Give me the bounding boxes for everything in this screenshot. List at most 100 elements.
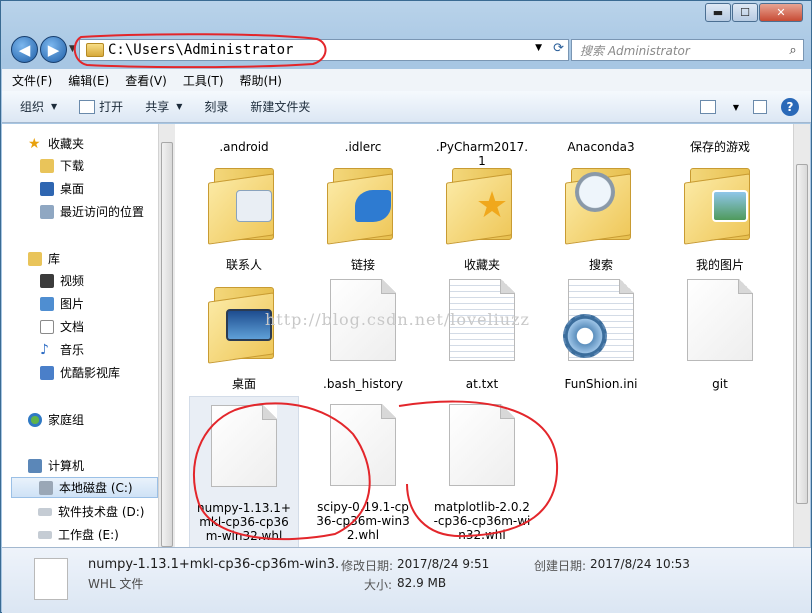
documents-icon [40, 319, 54, 334]
file-matplotlib-whl[interactable]: matplotlib-2.0.2-cp36-cp36m-win32.whl [427, 396, 537, 542]
file-funshion-ini[interactable]: FunShion.ini [546, 279, 656, 391]
navigation-bar: ◀ ▶ ▼ C:\Users\Administrator ▼ ⟳ 搜索 Admi… [9, 35, 804, 65]
pictures-folder-icon [684, 160, 756, 245]
folder-searches[interactable]: 搜索 [546, 160, 656, 272]
search-box[interactable]: 搜索 Administrator ⌕ [571, 39, 804, 61]
sidebar-item-pictures[interactable]: 图片 [40, 293, 158, 314]
sidebar-item-drive-d[interactable]: 软件技术盘 (D:) [38, 501, 158, 522]
folder-contacts[interactable]: 联系人 [189, 160, 299, 272]
folder-pycharm[interactable]: .PyCharm2017.1 [427, 124, 537, 168]
sidebar-scrollbar[interactable] [158, 124, 175, 547]
created-value: 2017/8/24 10:53 [590, 557, 690, 571]
sidebar-item-label: 视频 [60, 274, 85, 288]
refresh-icon[interactable]: ⟳ [553, 41, 564, 56]
folder-idlerc[interactable]: .idlerc [308, 124, 418, 158]
sidebar-item-recent[interactable]: 最近访问的位置 [40, 201, 158, 222]
star-icon: ★ [28, 135, 41, 152]
sidebar-item-label: 音乐 [60, 343, 85, 357]
menu-file[interactable]: 文件(F) [12, 72, 52, 89]
forward-button[interactable]: ▶ [40, 36, 67, 63]
organize-label: 组织 [20, 100, 45, 114]
folder-saved-games[interactable]: 保存的游戏 [665, 124, 775, 158]
sidebar-item-label: 桌面 [60, 182, 85, 196]
item-label: .idlerc [344, 140, 382, 154]
item-label: .android [219, 140, 269, 154]
file-list-scrollbar[interactable] [793, 124, 810, 547]
menu-edit[interactable]: 编辑(E) [68, 72, 109, 89]
sidebar-item-videos[interactable]: 视频 [40, 270, 158, 291]
scrollbar-thumb[interactable] [796, 164, 808, 504]
menu-help[interactable]: 帮助(H) [240, 72, 282, 89]
close-button[interactable]: ✕ [759, 3, 803, 22]
burn-label: 刻录 [204, 100, 229, 114]
view-dropdown-icon[interactable]: ▼ [733, 103, 739, 112]
organize-button[interactable]: 组织 ▼ [20, 98, 57, 115]
folder-links[interactable]: 链接 [308, 160, 418, 272]
desktop-icon [40, 181, 54, 196]
folder-my-pictures[interactable]: 我的图片 [665, 160, 775, 272]
sidebar-item-label: 文档 [60, 320, 85, 334]
file-numpy-whl[interactable]: numpy-1.13.1+mkl-cp36-cp36m-win32.whl [189, 396, 299, 547]
pictures-icon [40, 296, 54, 311]
file-scipy-whl[interactable]: scipy-0.19.1-cp36-cp36m-win32.whl [308, 396, 418, 542]
share-button[interactable]: 共享 ▼ [145, 98, 182, 115]
search-input[interactable]: 搜索 Administrator [580, 42, 783, 59]
menu-tools[interactable]: 工具(T) [183, 72, 224, 89]
item-label: Anaconda3 [567, 140, 635, 154]
burn-button[interactable]: 刻录 [204, 98, 228, 115]
file-git[interactable]: git [665, 279, 775, 391]
item-label: FunShion.ini [564, 377, 638, 391]
recent-pages-dropdown-icon[interactable]: ▼ [69, 44, 76, 54]
sidebar-item-drive-c[interactable]: 本地磁盘 (C:) [11, 477, 158, 498]
file-list: .android .idlerc .PyCharm2017.1 Anaconda… [175, 124, 795, 547]
sidebar-item-downloads[interactable]: 下载 [40, 155, 158, 176]
new-folder-button[interactable]: 新建文件夹 [250, 98, 310, 115]
sidebar-item-libraries[interactable]: 库 [28, 248, 158, 269]
item-label: git [712, 377, 728, 391]
explorer-window: ▬ ☐ ✕ ◀ ▶ ▼ C:\Users\Administrator ▼ ⟳ 搜… [0, 0, 812, 613]
music-icon: ♪ [40, 341, 49, 358]
video-icon [40, 273, 54, 288]
chevron-down-icon: ▼ [176, 102, 183, 111]
chevron-down-icon: ▼ [51, 102, 58, 111]
file-bash-history[interactable]: .bash_history [308, 279, 418, 391]
open-button[interactable]: 打开 [79, 98, 123, 115]
share-label: 共享 [145, 100, 170, 114]
sidebar-item-drive-e[interactable]: 工作盘 (E:) [38, 524, 158, 545]
sidebar-item-label: 工作盘 (E:) [58, 528, 119, 542]
sidebar-item-computer[interactable]: 计算机 [28, 455, 158, 476]
drive-icon [38, 530, 52, 539]
maximize-button[interactable]: ☐ [732, 3, 758, 22]
preview-pane-icon[interactable] [753, 100, 767, 114]
address-bar[interactable]: C:\Users\Administrator ▼ ⟳ [79, 39, 569, 61]
sidebar-item-label: 最近访问的位置 [60, 205, 145, 219]
file-icon [330, 404, 396, 486]
item-label: .bash_history [323, 377, 403, 391]
sidebar-item-homegroup[interactable]: 家庭组 [28, 409, 158, 430]
change-view-icon[interactable] [699, 100, 716, 114]
sidebar-item-label: 库 [48, 252, 61, 266]
created-label: 创建日期: [534, 559, 587, 573]
address-path[interactable]: C:\Users\Administrator [108, 42, 293, 58]
folder-anaconda3[interactable]: Anaconda3 [546, 124, 656, 158]
back-button[interactable]: ◀ [11, 36, 38, 63]
minimize-button[interactable]: ▬ [705, 3, 731, 22]
file-at-txt[interactable]: at.txt [427, 279, 537, 391]
sidebar-item-youku[interactable]: 优酷影视库 [40, 362, 158, 383]
folder-android[interactable]: .android [189, 124, 299, 158]
sidebar-item-documents[interactable]: 文档 [40, 316, 158, 337]
folder-favorites[interactable]: ★ 收藏夹 [427, 160, 537, 272]
help-icon[interactable]: ? [781, 98, 799, 116]
sidebar-item-desktop[interactable]: 桌面 [40, 178, 158, 199]
scrollbar-thumb[interactable] [161, 142, 173, 547]
sidebar-item-favorites[interactable]: ★ 收藏夹 [28, 133, 158, 154]
sidebar-item-music[interactable]: ♪ 音乐 [40, 339, 158, 360]
search-icon[interactable]: ⌕ [783, 43, 803, 58]
menu-view[interactable]: 查看(V) [125, 72, 167, 89]
address-dropdown-icon[interactable]: ▼ [535, 43, 542, 53]
item-label: at.txt [465, 377, 499, 391]
searches-folder-icon [565, 160, 637, 245]
folder-desktop[interactable]: 桌面 [189, 279, 299, 391]
modified-value: 2017/8/24 9:51 [397, 557, 490, 571]
file-icon [211, 405, 277, 487]
